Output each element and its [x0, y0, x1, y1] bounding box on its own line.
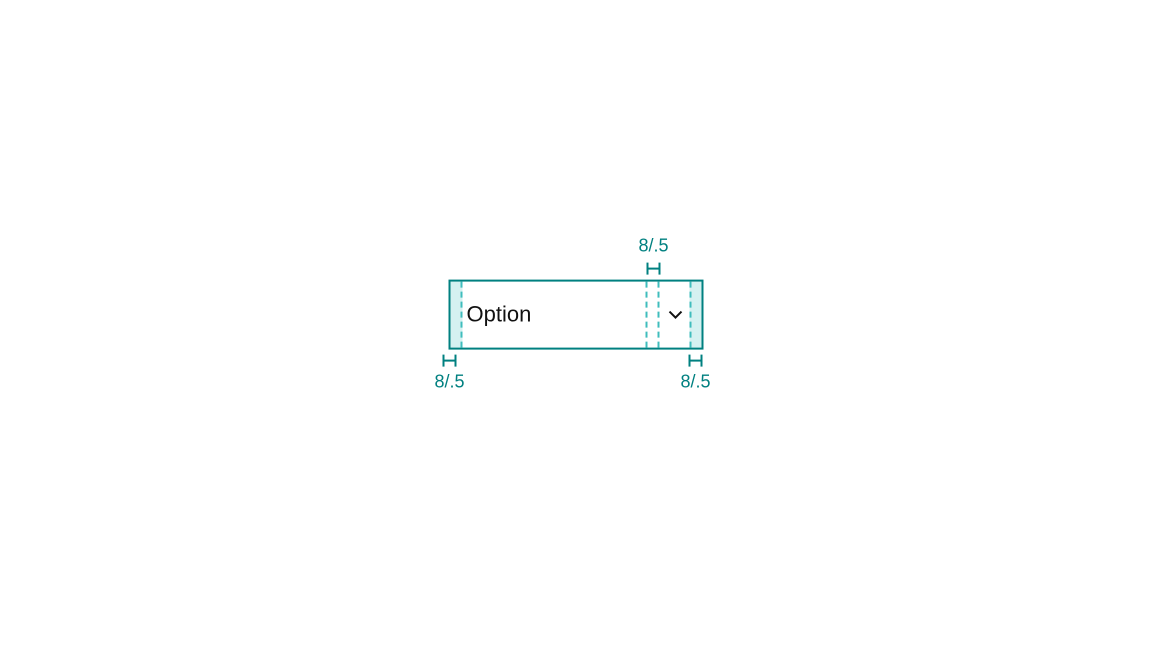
measurement-label: 8/.5	[639, 236, 669, 258]
chevron-down-icon	[668, 307, 684, 323]
dropdown-component[interactable]: Option	[449, 280, 704, 350]
h-bracket-icon	[689, 354, 703, 368]
h-bracket-icon	[443, 354, 457, 368]
dropdown-label: Option	[467, 302, 532, 328]
spacing-diagram: 8/.5 Option 8/.5 8/.5	[449, 280, 704, 350]
measurement-label: 8/.5	[435, 372, 465, 394]
h-bracket-icon	[647, 261, 661, 275]
measurement-bottom-left: 8/.5	[435, 354, 465, 398]
padding-guide-right	[690, 282, 702, 348]
spacing-guide-gap	[646, 282, 660, 348]
measurement-bottom-right: 8/.5	[681, 354, 711, 398]
measurement-top-gap: 8/.5	[639, 232, 669, 276]
padding-guide-left	[451, 282, 463, 348]
measurement-label: 8/.5	[681, 372, 711, 394]
